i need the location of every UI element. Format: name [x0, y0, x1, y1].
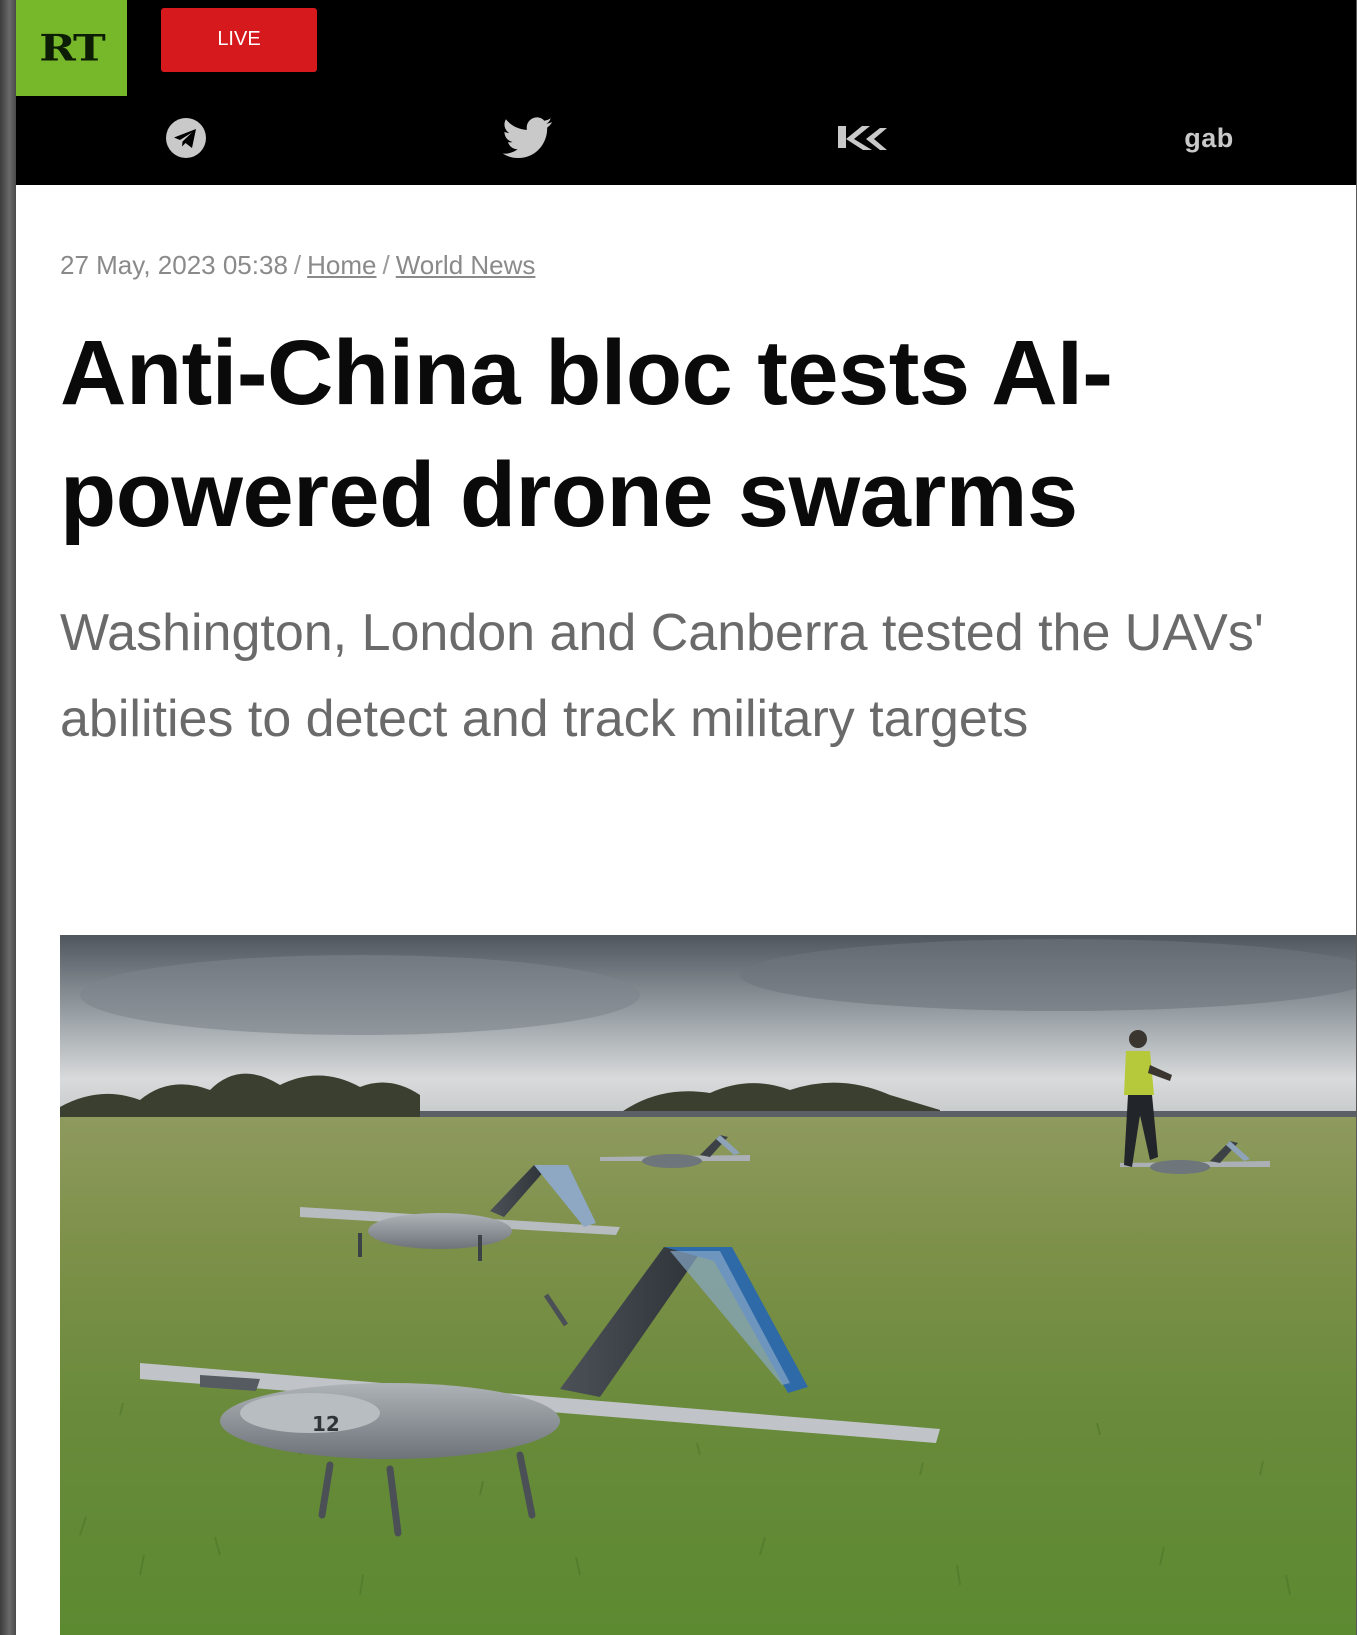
live-button[interactable]: LIVE — [161, 8, 317, 72]
breadcrumb-separator: / — [382, 250, 390, 280]
telegram-icon — [166, 118, 206, 158]
drone-number: 12 — [312, 1412, 340, 1436]
vk-link[interactable] — [832, 116, 892, 160]
article-summary: Washington, London and Canberra tested t… — [60, 604, 1264, 748]
article-title: Anti-China bloc tests AI-powered drone s… — [60, 322, 1113, 546]
hero-photo: 12 — [60, 935, 1356, 1635]
hero-image[interactable]: 12 — [60, 935, 1356, 1635]
site-header: RT LIVE gab — [16, 0, 1356, 185]
publish-date: 27 May, 2023 05:38 — [60, 250, 288, 280]
rt-logo-text: RT — [39, 27, 106, 69]
window-frame-left — [0, 0, 16, 1635]
article-meta: 27 May, 2023 05:38/Home / World News — [60, 250, 535, 281]
rt-logo[interactable]: RT — [16, 0, 127, 96]
article-page: RT LIVE gab 27 May, 2023 05:38 / Home / … — [16, 0, 1356, 1635]
twitter-icon — [503, 117, 553, 158]
breadcrumb-world-news-link[interactable]: World News — [396, 250, 536, 280]
gab-link[interactable]: gab — [1174, 116, 1244, 160]
twitter-link[interactable] — [500, 116, 556, 160]
breadcrumb-separator: / — [293, 250, 302, 280]
gab-icon: gab — [1184, 122, 1234, 153]
telegram-link[interactable] — [162, 116, 210, 160]
vk-icon — [838, 126, 887, 150]
breadcrumb-home-link[interactable]: Home — [307, 250, 376, 280]
social-links-bar: gab — [16, 100, 1356, 185]
